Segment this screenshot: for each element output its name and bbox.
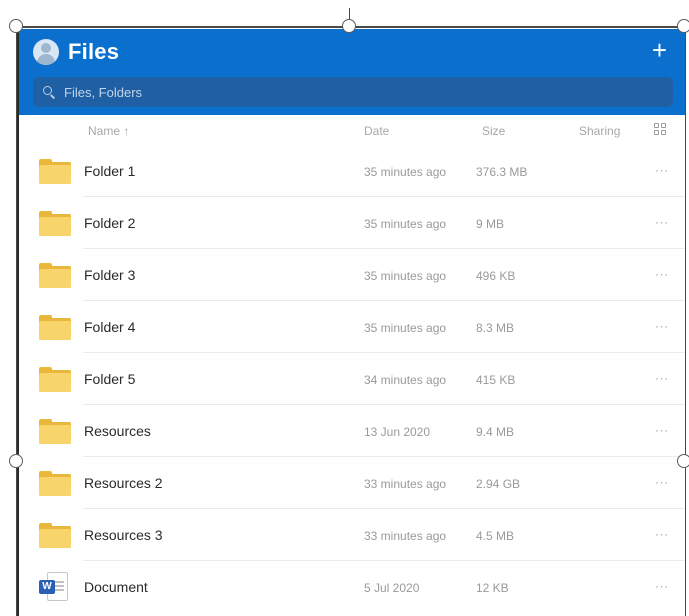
file-name: Folder 1 xyxy=(84,163,136,179)
avatar[interactable] xyxy=(33,39,59,65)
more-options-icon[interactable]: ··· xyxy=(655,475,669,489)
file-date: 5 Jul 2020 xyxy=(364,581,420,595)
more-options-icon[interactable]: ··· xyxy=(655,319,669,333)
folder-icon xyxy=(39,263,71,288)
more-options-icon[interactable]: ··· xyxy=(655,371,669,385)
file-size: 12 KB xyxy=(476,581,509,595)
file-row[interactable]: Resources 3 33 minutes ago 4.5 MB ··· xyxy=(19,509,685,561)
file-date: 35 minutes ago xyxy=(364,165,447,179)
resize-handle-middle-left[interactable] xyxy=(9,454,23,468)
file-size: 496 KB xyxy=(476,269,516,283)
resize-handle-middle-right[interactable] xyxy=(677,454,689,468)
resize-handle-top-right[interactable] xyxy=(677,19,689,33)
header-title-row: Files xyxy=(33,39,119,65)
column-header-sharing[interactable]: Sharing xyxy=(579,124,620,138)
file-date: 34 minutes ago xyxy=(364,373,447,387)
more-options-icon[interactable]: ··· xyxy=(655,579,669,593)
file-row[interactable]: Resources 2 33 minutes ago 2.94 GB ··· xyxy=(19,457,685,509)
word-document-icon: W xyxy=(39,572,69,602)
file-row[interactable]: Resources 13 Jun 2020 9.4 MB ··· xyxy=(19,405,685,457)
file-size: 8.3 MB xyxy=(476,321,515,335)
file-name: Folder 3 xyxy=(84,267,136,283)
files-app: Files + Name ↑ Date Size Sharing xyxy=(17,29,685,616)
folder-icon xyxy=(39,159,71,184)
file-date: 33 minutes ago xyxy=(364,477,447,491)
word-badge: W xyxy=(39,580,55,594)
file-row[interactable]: Folder 1 35 minutes ago 376.3 MB ··· xyxy=(19,145,685,197)
file-row[interactable]: Folder 4 35 minutes ago 8.3 MB ··· xyxy=(19,301,685,353)
file-name: Folder 2 xyxy=(84,215,136,231)
folder-icon xyxy=(39,523,71,548)
file-size: 4.5 MB xyxy=(476,529,515,543)
file-name: Folder 4 xyxy=(84,319,136,335)
more-options-icon[interactable]: ··· xyxy=(655,267,669,281)
file-name: Resources xyxy=(84,423,151,439)
file-name: Folder 5 xyxy=(84,371,136,387)
column-header-name[interactable]: Name ↑ xyxy=(88,124,129,138)
app-header: Files + xyxy=(19,29,685,115)
page-title: Files xyxy=(68,39,120,64)
file-name: Document xyxy=(84,579,148,595)
file-row[interactable]: W Document 5 Jul 2020 12 KB ··· xyxy=(19,561,685,613)
more-options-icon[interactable]: ··· xyxy=(655,423,669,437)
file-row[interactable]: Folder 3 35 minutes ago 496 KB ··· xyxy=(19,249,685,301)
file-size: 376.3 MB xyxy=(476,165,528,179)
file-date: 35 minutes ago xyxy=(364,269,447,283)
file-date: 35 minutes ago xyxy=(364,217,447,231)
file-size: 9 MB xyxy=(476,217,505,231)
resize-handle-top-left[interactable] xyxy=(9,19,23,33)
file-date: 33 minutes ago xyxy=(364,529,447,543)
search-bar[interactable] xyxy=(33,77,673,107)
file-name: Resources 3 xyxy=(84,527,163,543)
folder-icon xyxy=(39,315,71,340)
file-date: 13 Jun 2020 xyxy=(364,425,431,439)
folder-icon xyxy=(39,419,71,444)
column-header-date[interactable]: Date xyxy=(364,124,389,138)
file-name: Resources 2 xyxy=(84,475,163,491)
column-headers: Name ↑ Date Size Sharing xyxy=(19,115,685,145)
more-options-icon[interactable]: ··· xyxy=(655,527,669,541)
file-row[interactable]: Folder 5 34 minutes ago 415 KB ··· xyxy=(19,353,685,405)
search-icon xyxy=(43,85,56,99)
file-size: 2.94 GB xyxy=(476,477,521,491)
file-size: 9.4 MB xyxy=(476,425,515,439)
folder-icon xyxy=(39,211,71,236)
file-row[interactable]: Folder 2 35 minutes ago 9 MB ··· xyxy=(19,197,685,249)
add-icon[interactable]: + xyxy=(652,37,667,63)
file-date: 35 minutes ago xyxy=(364,321,447,335)
resize-handle-top-center[interactable] xyxy=(342,19,356,33)
folder-icon xyxy=(39,367,71,392)
folder-icon xyxy=(39,471,71,496)
more-options-icon[interactable]: ··· xyxy=(655,215,669,229)
file-size: 415 KB xyxy=(476,373,516,387)
more-options-icon[interactable]: ··· xyxy=(655,163,669,177)
search-input[interactable] xyxy=(64,84,624,100)
column-header-size[interactable]: Size xyxy=(482,124,505,138)
grid-view-icon[interactable] xyxy=(654,123,667,136)
document-canvas: Files + Name ↑ Date Size Sharing xyxy=(0,0,689,616)
